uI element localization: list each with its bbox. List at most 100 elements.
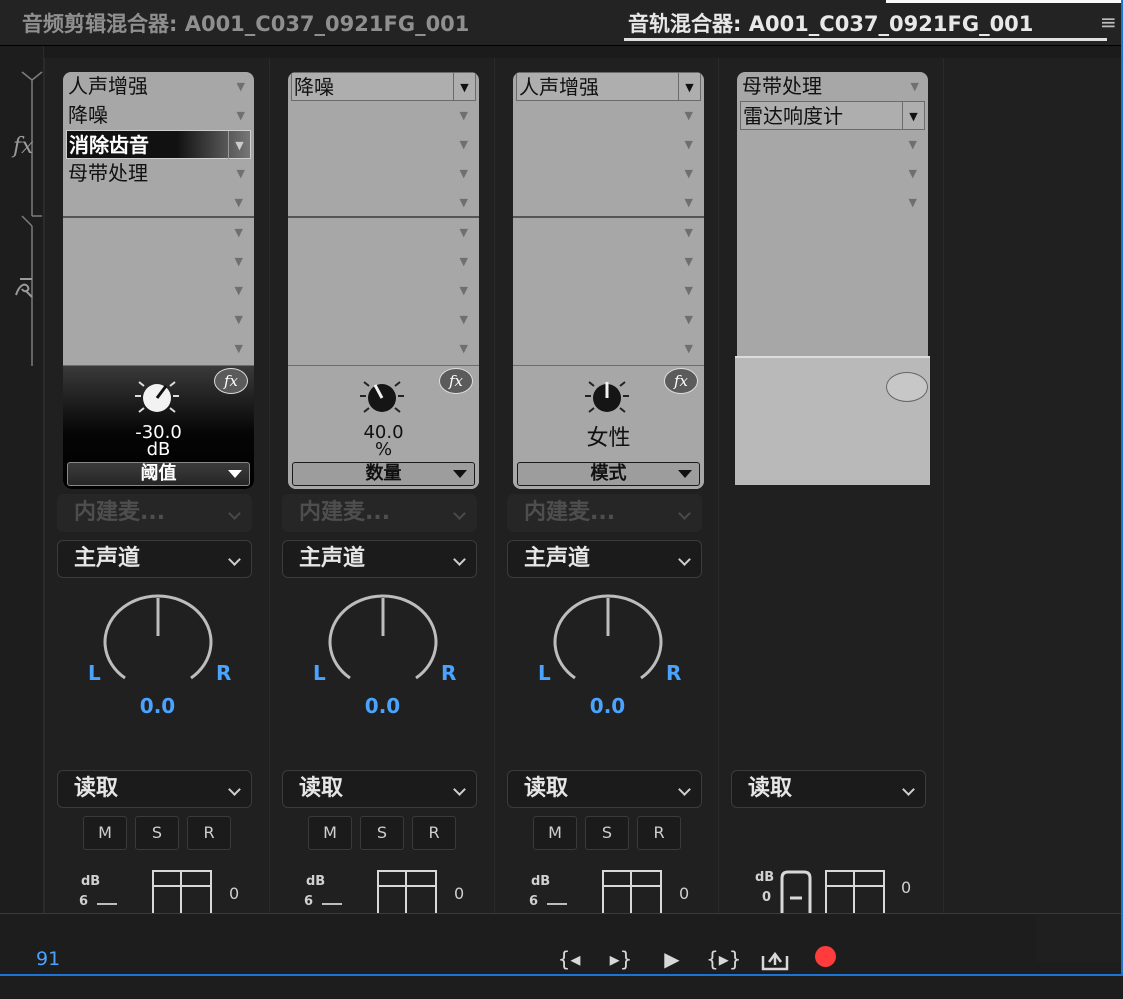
- record-icon[interactable]: [815, 946, 836, 967]
- solo-button[interactable]: S: [585, 816, 629, 850]
- pan-value[interactable]: 0.0: [45, 694, 270, 718]
- play-icon[interactable]: ▶: [655, 944, 689, 974]
- effect-power-toggle[interactable]: [886, 372, 928, 402]
- parameter-knob-white[interactable]: [131, 372, 183, 418]
- sends-section-icon[interactable]: [12, 275, 38, 301]
- slot-dropdown-icon[interactable]: ▼: [685, 284, 693, 297]
- pan-value[interactable]: 0.0: [270, 694, 495, 718]
- fader-handle[interactable]: [97, 903, 117, 905]
- slot-dropdown-icon[interactable]: ▼: [909, 196, 917, 209]
- tab-audio-clip-mixer[interactable]: 音频剪辑混合器: A001_C037_0921FG_001: [22, 8, 469, 38]
- slot-dropdown-icon[interactable]: ▼: [235, 313, 243, 326]
- automation-mode-select[interactable]: 读取: [731, 770, 926, 808]
- slot-dropdown-icon[interactable]: ▼: [235, 255, 243, 268]
- effect-bypass-fx-icon[interactable]: fx: [439, 368, 473, 394]
- timecode[interactable]: 91: [36, 948, 60, 970]
- master-fader-icon[interactable]: [779, 870, 813, 915]
- slot-dropdown-icon[interactable]: ▼: [909, 167, 917, 180]
- parameter-select[interactable]: 数量: [292, 462, 475, 486]
- input-select[interactable]: 内建麦...: [57, 494, 252, 532]
- parameter-select[interactable]: 阈值: [67, 462, 250, 486]
- mute-button[interactable]: M: [533, 816, 577, 850]
- record-enable-button[interactable]: R: [637, 816, 681, 850]
- go-to-out-icon[interactable]: ▸}: [604, 944, 638, 974]
- master-effects-rack: 母带处理 ▼ 雷达响度计 ▼ ▼ ▼ ▼: [737, 72, 928, 372]
- output-select[interactable]: 主声道: [507, 540, 702, 578]
- slot-dropdown-icon[interactable]: ▼: [685, 255, 693, 268]
- automation-mode-select[interactable]: 读取: [507, 770, 702, 808]
- effects-rack: 人声增强 ▼ 降噪 ▼ 消除齿音 ▼ 母带处理 ▼ ▼ ▼ ▼ ▼ ▼ ▼ fx -30…: [63, 72, 254, 489]
- output-select[interactable]: 主声道: [282, 540, 477, 578]
- loop-icon[interactable]: [760, 948, 790, 972]
- parameter-knob[interactable]: [581, 372, 633, 418]
- effects-rack: 降噪 ▼ ▼ ▼ ▼ ▼ ▼ ▼ ▼ ▼ ▼ fx 40.0 % 数量: [288, 72, 479, 489]
- solo-button[interactable]: S: [135, 816, 179, 850]
- slot-dropdown-icon: ▼: [236, 80, 245, 93]
- slot-dropdown-icon[interactable]: ▼: [685, 342, 693, 355]
- db-label: dB: [306, 874, 326, 889]
- slot-dropdown-icon[interactable]: ▼: [235, 284, 243, 297]
- slot-dropdown-icon[interactable]: ▼: [685, 226, 693, 239]
- input-select[interactable]: 内建麦...: [282, 494, 477, 532]
- db-label: dB: [531, 874, 551, 889]
- slot-dropdown-icon[interactable]: ▼: [460, 342, 468, 355]
- slot-dropdown-icon[interactable]: ▼: [909, 138, 917, 151]
- transport-bar: 91 {◂ ▸} ▶ {▸}: [0, 913, 1123, 999]
- record-enable-button[interactable]: R: [412, 816, 456, 850]
- slot-dropdown-icon[interactable]: ▼: [460, 313, 468, 326]
- effect-bypass-fx-icon[interactable]: fx: [214, 368, 248, 394]
- effects-section-fx-icon[interactable]: fx: [13, 134, 34, 159]
- effect-bypass-fx-icon[interactable]: fx: [664, 368, 698, 394]
- effect-slot-1[interactable]: 降噪 ▼: [291, 72, 476, 101]
- effect-slot-4[interactable]: 母带处理 ▼: [66, 159, 251, 188]
- slot-dropdown-icon[interactable]: ▼: [685, 138, 693, 151]
- effect-slot-2[interactable]: 雷达响度计 ▼: [740, 101, 925, 130]
- go-to-in-icon[interactable]: {◂: [552, 944, 586, 974]
- parameter-select[interactable]: 模式: [517, 462, 700, 486]
- slot-dropdown-icon[interactable]: ▼: [460, 255, 468, 268]
- slot-dropdown-icon[interactable]: ▼: [235, 196, 243, 209]
- play-in-to-out-icon[interactable]: {▸}: [706, 944, 742, 974]
- channel-strip-3: 人声增强 ▼ ▼ ▼ ▼ ▼ ▼ ▼ ▼ ▼ ▼ fx 女性 模式 内建麦... …: [494, 58, 720, 917]
- slot-dropdown-icon[interactable]: ▼: [685, 167, 693, 180]
- output-select[interactable]: 主声道: [57, 540, 252, 578]
- pan-knob[interactable]: [328, 594, 438, 689]
- panel-menu-icon[interactable]: ≡: [1100, 10, 1117, 34]
- slot-dropdown-icon[interactable]: ▼: [460, 196, 468, 209]
- fader-handle[interactable]: [547, 903, 567, 905]
- slot-dropdown-icon[interactable]: ▼: [460, 167, 468, 180]
- slot-dropdown-icon[interactable]: ▼: [685, 313, 693, 326]
- fader-handle[interactable]: [322, 903, 342, 905]
- record-enable-button[interactable]: R: [187, 816, 231, 850]
- mute-button[interactable]: M: [308, 816, 352, 850]
- slot-dropdown-icon: ▼: [236, 167, 245, 180]
- slot-dropdown-icon[interactable]: ▼: [460, 138, 468, 151]
- slot-dropdown-icon[interactable]: ▼: [460, 109, 468, 122]
- effect-slot-1[interactable]: 母带处理 ▼: [740, 72, 925, 101]
- parameter-knob[interactable]: [356, 372, 408, 418]
- top-edge-highlight: [886, 0, 1123, 3]
- effect-slot-1[interactable]: 人声增强 ▼: [516, 72, 701, 101]
- pan-knob[interactable]: [553, 594, 663, 689]
- slot-dropdown-icon[interactable]: ▼: [235, 226, 243, 239]
- slot-dropdown-icon[interactable]: ▼: [685, 196, 693, 209]
- db-scale-six: 6: [79, 894, 89, 909]
- solo-button[interactable]: S: [360, 816, 404, 850]
- slot-dropdown-icon[interactable]: ▼: [460, 226, 468, 239]
- slot-dropdown-icon[interactable]: ▼: [235, 342, 243, 355]
- slot-dropdown-icon[interactable]: ▼: [685, 109, 693, 122]
- tab-audio-track-mixer[interactable]: 音轨混合器: A001_C037_0921FG_001: [628, 8, 1033, 38]
- chevron-down-icon: [228, 507, 241, 520]
- automation-mode-select[interactable]: 读取: [282, 770, 477, 808]
- input-select[interactable]: 内建麦...: [507, 494, 702, 532]
- slot-dropdown-icon[interactable]: ▼: [460, 284, 468, 297]
- effect-slot-1[interactable]: 人声增强 ▼: [66, 72, 251, 101]
- pan-knob[interactable]: [103, 594, 213, 689]
- mute-button[interactable]: M: [83, 816, 127, 850]
- db-label: dB: [81, 874, 101, 889]
- automation-mode-select[interactable]: 读取: [57, 770, 252, 808]
- effect-slot-3-selected[interactable]: 消除齿音 ▼: [66, 130, 251, 160]
- effect-slot-2[interactable]: 降噪 ▼: [66, 101, 251, 130]
- rack-divider: [288, 216, 479, 218]
- pan-value[interactable]: 0.0: [495, 694, 720, 718]
